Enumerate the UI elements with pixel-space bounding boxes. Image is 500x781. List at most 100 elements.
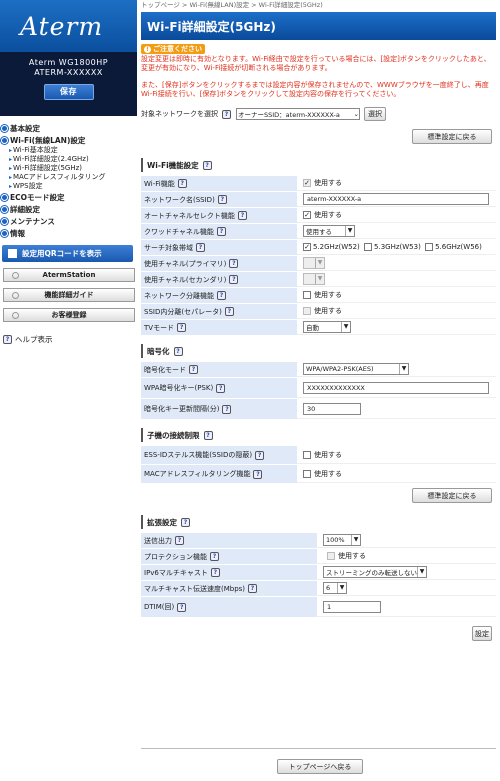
nav-eco-mode[interactable]: ECOモード設定: [0, 191, 137, 203]
divider: [141, 748, 496, 749]
back-to-top-button[interactable]: トップページへ戻る: [277, 759, 363, 774]
chevron-down-icon: ▼: [315, 258, 324, 268]
help-icon[interactable]: ?: [216, 227, 226, 236]
bullet-icon: [1, 229, 8, 237]
multicast-rate-select[interactable]: 6 ▼: [323, 582, 347, 594]
nav-wifi-settings[interactable]: Wi-Fi(無線LAN)設定: [0, 134, 137, 146]
help-icon[interactable]: ?: [196, 243, 205, 252]
table-row: SSID内分離(セパレータ)? 使用する: [141, 304, 496, 319]
help-icon[interactable]: ?: [175, 536, 184, 545]
network-select[interactable]: オーナーSSID：aterm-XXXXXX-a ⌄: [236, 108, 360, 120]
qr-code-icon: [8, 249, 17, 258]
nav-wifi-detail-5[interactable]: Wi-Fi詳細設定(5GHz): [9, 164, 137, 173]
nav-wifi-detail-24[interactable]: Wi-Fi詳細設定(2.4GHz): [9, 155, 137, 164]
table-row: IPv6マルチキャスト? ストリーミングのみ転送しない ▼: [141, 565, 496, 580]
protection-checkbox[interactable]: [327, 552, 335, 560]
customer-register-button[interactable]: お客様登録: [3, 308, 135, 322]
nav-mac-filter[interactable]: MACアドレスフィルタリング: [9, 173, 137, 182]
help-icon[interactable]: ?: [203, 430, 213, 440]
help-icon[interactable]: ?: [229, 259, 239, 268]
chevron-down-icon: ▼: [341, 322, 350, 332]
nav-wps[interactable]: WPS設定: [9, 182, 137, 191]
band-w53-checkbox[interactable]: [364, 243, 373, 251]
page-title: Wi-Fi詳細設定(5GHz): [141, 12, 496, 40]
table-row: サーチ対象帯域? ✓ 5.2GHz(W52) 5.3GHz(W53) 5.6GHz…: [141, 240, 496, 255]
help-icon[interactable]: ?: [210, 552, 219, 561]
tv-mode-select[interactable]: 自動 ▼: [303, 321, 351, 333]
help-icon[interactable]: ?: [222, 404, 232, 414]
nav-basic-settings[interactable]: 基本設定: [0, 122, 137, 134]
help-icon[interactable]: ?: [217, 195, 227, 204]
nav-advanced[interactable]: 詳細設定: [0, 203, 137, 215]
secondary-channel-select[interactable]: ▼: [303, 273, 325, 285]
encryption-mode-select[interactable]: WPA/WPA2-PSK(AES) ▼: [303, 363, 409, 375]
help-icon[interactable]: ?: [224, 307, 234, 316]
help-icon[interactable]: ?: [253, 469, 263, 479]
bullet-icon: [1, 124, 8, 132]
reset-default-button[interactable]: 標準設定に戻る: [412, 488, 492, 503]
help-icon[interactable]: ?: [210, 568, 220, 577]
client-limit-section: 子機の接続制限? ESS-IDステルス機能(SSIDの隠蔽)? 使用する MAC…: [141, 428, 496, 484]
help-icon[interactable]: ?: [181, 517, 190, 527]
help-icon[interactable]: ?: [217, 291, 226, 300]
help-icon[interactable]: ?: [202, 160, 212, 170]
atermstation-button[interactable]: AtermStation: [3, 268, 135, 282]
ssid-input[interactable]: aterm-XXXXXX-a: [303, 193, 489, 205]
chevron-down-icon: ▼: [315, 274, 324, 284]
table-row: WPA暗号化キー(PSK)? XXXXXXXXXXXXX: [141, 378, 496, 398]
help-link[interactable]: ? ヘルプ表示: [0, 334, 137, 345]
encryption-section: 暗号化? 暗号化モード? WPA/WPA2-PSK(AES) ▼ WPA暗号化キー…: [141, 344, 496, 420]
quad-channel-select[interactable]: 使用する ▼: [303, 225, 355, 237]
help-icon[interactable]: ?: [255, 450, 265, 460]
help-icon[interactable]: ?: [216, 383, 226, 393]
sidebar: Aterm Aterm WG1800HP ATERM-XXXXXX 保存 基本設…: [0, 0, 137, 781]
key-interval-input[interactable]: 30: [303, 402, 361, 415]
ssid-separator-checkbox[interactable]: [303, 307, 311, 315]
ipv6-multicast-select[interactable]: ストリーミングのみ転送しない ▼: [323, 566, 427, 578]
table-row: 使用チャネル(セカンダリ)? ▼: [141, 272, 496, 287]
tx-power-select[interactable]: 100% ▼: [323, 534, 361, 546]
help-icon[interactable]: ?: [177, 179, 187, 188]
auto-channel-checkbox[interactable]: ✓: [303, 211, 311, 219]
qr-code-button[interactable]: 設定用QRコードを表示: [2, 245, 133, 262]
table-row: マルチキャスト伝送速度(Mbps)? 6 ▼: [141, 581, 496, 596]
help-icon[interactable]: ?: [173, 346, 183, 356]
function-guide-button[interactable]: 機能詳細ガイド: [3, 288, 135, 302]
select-button[interactable]: 選択: [364, 107, 386, 121]
help-icon[interactable]: ?: [229, 275, 239, 284]
table-row: プロテクション機能? 使用する: [141, 549, 496, 564]
save-button[interactable]: 保存: [43, 84, 94, 100]
band-w52-checkbox[interactable]: ✓: [303, 243, 311, 251]
main-content: トップページ > Wi-Fi(無線LAN)設定 > Wi-Fi詳細設定(5GHz…: [141, 0, 496, 781]
help-icon[interactable]: ?: [237, 211, 247, 220]
bullet-icon: [1, 193, 8, 201]
model-name: Aterm WG1800HP: [28, 58, 109, 67]
help-icon[interactable]: ?: [177, 602, 187, 612]
wifi-enable-checkbox[interactable]: ✓: [303, 179, 311, 187]
reset-default-button[interactable]: 標準設定に戻る: [412, 129, 492, 144]
table-row: ESS-IDステルス機能(SSIDの隠蔽)? 使用する: [141, 446, 496, 464]
section-heading: Wi-Fi機能設定?: [141, 158, 496, 172]
help-icon[interactable]: ?: [222, 109, 231, 119]
table-row: ネットワーク名(SSID)? aterm-XXXXXX-a: [141, 192, 496, 207]
chevron-down-icon: ▼: [417, 567, 426, 577]
section-heading: 子機の接続制限?: [141, 428, 496, 442]
primary-channel-select[interactable]: ▼: [303, 257, 325, 269]
psk-input[interactable]: XXXXXXXXXXXXX: [303, 381, 489, 394]
apply-button[interactable]: 設定: [472, 626, 492, 641]
nav-maintenance[interactable]: メンテナンス: [0, 215, 137, 227]
ssid-stealth-checkbox[interactable]: [303, 450, 311, 459]
help-icon[interactable]: ?: [248, 584, 258, 593]
breadcrumb[interactable]: トップページ > Wi-Fi(無線LAN)設定 > Wi-Fi詳細設定(5GHz…: [141, 0, 496, 12]
help-icon[interactable]: ?: [189, 365, 198, 374]
band-w56-checkbox[interactable]: [425, 243, 434, 251]
nav-wifi-basic[interactable]: Wi-Fi基本設定: [9, 146, 137, 155]
dtim-input[interactable]: 1: [323, 600, 381, 613]
nav-wifi-submenu: Wi-Fi基本設定 Wi-Fi詳細設定(2.4GHz) Wi-Fi詳細設定(5G…: [0, 146, 137, 191]
table-row: MACアドレスフィルタリング機能? 使用する: [141, 465, 496, 483]
help-icon[interactable]: ?: [177, 323, 187, 332]
client-limit-table: ESS-IDステルス機能(SSIDの隠蔽)? 使用する MACアドレスフィルタリ…: [141, 445, 496, 484]
network-separation-checkbox[interactable]: [303, 291, 311, 299]
nav-info[interactable]: 情報: [0, 227, 137, 239]
mac-filter-checkbox[interactable]: [303, 469, 311, 478]
